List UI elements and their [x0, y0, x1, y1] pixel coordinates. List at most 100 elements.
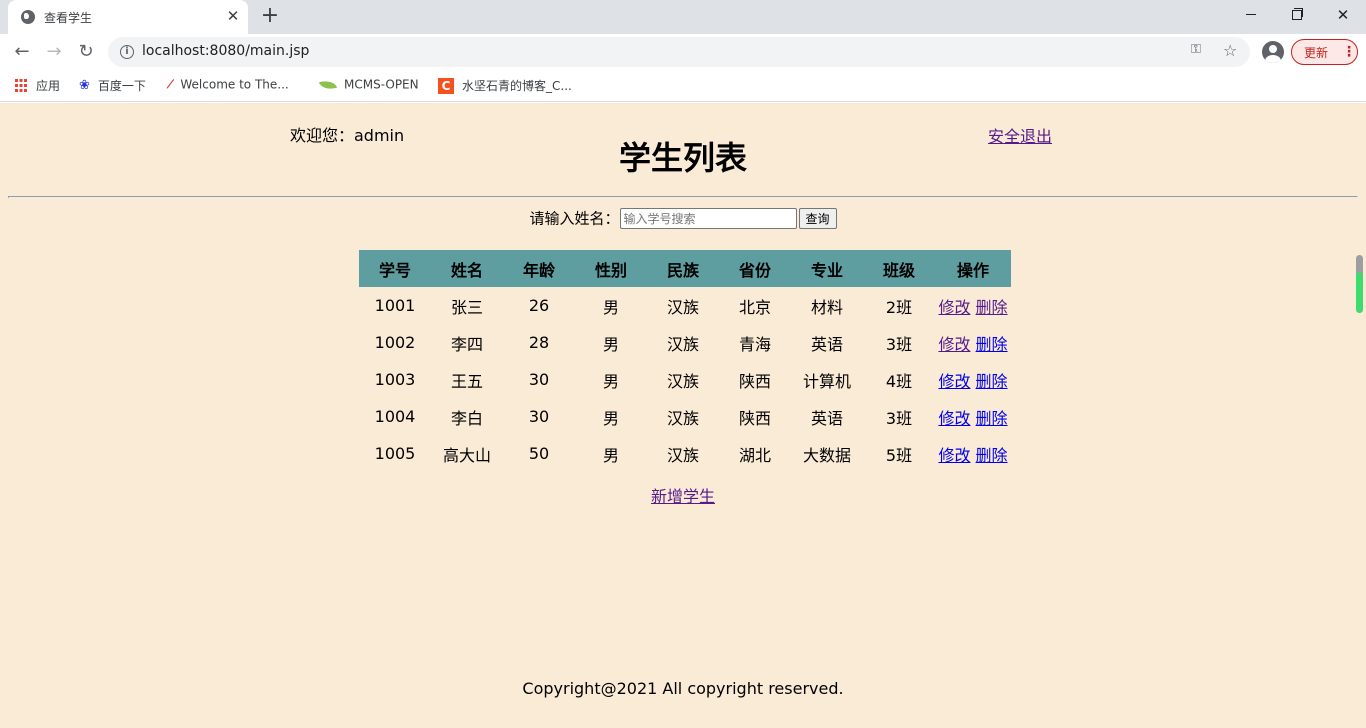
header-name: 姓名 [431, 250, 503, 287]
page-title: 学生列表 [618, 139, 747, 177]
table-row: 1001 张三 26 男 汉族 北京 材料 2班 修改 删除 [359, 287, 1011, 324]
cell-gender: 男 [602, 371, 619, 391]
add-student-link[interactable]: 新增学生 [651, 487, 715, 506]
cell-name: 高大山 [442, 445, 491, 465]
delete-link[interactable]: 删除 [976, 446, 1008, 465]
cell-name: 李白 [450, 408, 483, 428]
key-icon[interactable]: ⚿ [1191, 42, 1201, 57]
address-bar[interactable]: i localhost:8080/main.jsp ⚿ ☆ [108, 37, 1250, 67]
cell-id: 1002 [374, 333, 416, 352]
bookmark-baidu[interactable]: ❀ 百度一下 [79, 77, 146, 95]
globe-icon [21, 10, 35, 24]
cell-gender: 男 [602, 408, 619, 428]
csdn-icon: C [438, 77, 454, 94]
cell-age: 30 [528, 370, 550, 389]
cell-id: 1001 [374, 296, 416, 315]
header-province: 省份 [719, 250, 791, 287]
profile-avatar-icon[interactable] [1262, 41, 1284, 63]
bookmark-label: 水坚石青的博客_C... [462, 79, 572, 93]
edit-link[interactable]: 修改 [938, 335, 970, 354]
update-button[interactable]: 更新 ⋮ [1291, 39, 1358, 65]
bookmark-label: 百度一下 [97, 79, 146, 93]
delete-link[interactable]: 删除 [976, 335, 1008, 354]
cell-actions: 修改 删除 [935, 324, 1011, 361]
update-label: 更新 [1304, 46, 1329, 60]
tab-close-icon[interactable]: ✕ [224, 7, 242, 25]
cell-id: 1005 [374, 444, 416, 463]
window-minimize-button[interactable] [1228, 0, 1274, 30]
cell-class: 3班 [885, 408, 913, 428]
arrow-left-icon: ← [14, 41, 30, 62]
edit-link[interactable]: 修改 [938, 298, 970, 317]
header-gender: 性别 [575, 250, 647, 287]
cell-gender: 男 [602, 445, 619, 465]
delete-link[interactable]: 删除 [976, 409, 1008, 428]
search-input[interactable] [619, 208, 797, 229]
bookmark-welcome[interactable]: / Welcome to The... [165, 76, 289, 95]
cell-name: 王五 [450, 371, 483, 391]
search-button[interactable]: 查询 [798, 208, 837, 229]
cell-id: 1003 [374, 370, 416, 389]
edit-link[interactable]: 修改 [938, 446, 970, 465]
page-content: 欢迎您：admin 安全退出 学生列表 请输入姓名：查询 学号 姓名 年龄 性别… [0, 103, 1366, 728]
browser-toolbar: ← → ↻ i localhost:8080/main.jsp ⚿ ☆ 更新 ⋮ [0, 34, 1366, 70]
table-row: 1004 李白 30 男 汉族 陕西 英语 3班 修改 删除 [359, 398, 1011, 435]
search-label: 请输入姓名： [529, 209, 620, 228]
cell-id: 1004 [374, 407, 416, 426]
cell-class: 2班 [885, 297, 913, 317]
window-restore-button[interactable] [1274, 0, 1320, 30]
cell-ethnicity: 汉族 [666, 445, 699, 465]
edit-link[interactable]: 修改 [938, 409, 970, 428]
cell-gender: 男 [602, 297, 619, 317]
cell-major: 英语 [810, 408, 843, 428]
bookmark-label: 应用 [36, 79, 61, 93]
cell-class: 4班 [885, 371, 913, 391]
cell-province: 北京 [738, 297, 771, 317]
header-age: 年龄 [503, 250, 575, 287]
bookmark-csdn-blog[interactable]: C 水坚石青的博客_C... [438, 77, 572, 95]
browser-tab[interactable]: 查看学生 ✕ [8, 0, 248, 34]
more-menu-icon: ⋮ [1342, 44, 1356, 60]
table-header-row: 学号 姓名 年龄 性别 民族 省份 专业 班级 操作 [359, 250, 1011, 287]
cell-actions: 修改 删除 [935, 361, 1011, 398]
search-form: 请输入姓名： 查询 [0, 207, 1366, 230]
cell-gender: 男 [602, 334, 619, 354]
arrow-right-icon: → [46, 41, 62, 62]
header-id: 学号 [359, 250, 431, 287]
cell-province: 青海 [738, 334, 771, 354]
bookmarks-bar: 应用 ❀ 百度一下 / Welcome to The... MCMS-OPEN C水… [0, 70, 1366, 102]
window-close-button[interactable]: ✕ [1320, 0, 1366, 30]
delete-link[interactable]: 删除 [976, 298, 1008, 317]
bookmark-label: MCMS-OPEN [344, 77, 419, 92]
delete-link[interactable]: 删除 [976, 372, 1008, 391]
browser-tabstrip: 查看学生 ✕ + ✕ [0, 0, 1366, 34]
cell-major: 计算机 [802, 371, 851, 391]
cell-ethnicity: 汉族 [666, 371, 699, 391]
reload-button[interactable]: ↻ [73, 39, 99, 65]
forward-button[interactable]: → [41, 39, 67, 65]
cell-province: 湖北 [738, 445, 771, 465]
info-icon[interactable]: i [120, 45, 134, 59]
cell-class: 5班 [885, 445, 913, 465]
back-button[interactable]: ← [9, 39, 35, 65]
edit-link[interactable]: 修改 [938, 372, 970, 391]
cell-actions: 修改 删除 [935, 398, 1011, 435]
cell-major: 大数据 [802, 445, 851, 465]
header-actions: 操作 [935, 250, 1011, 287]
feather-icon: / [165, 76, 175, 93]
leaf-icon [318, 77, 338, 92]
new-tab-button[interactable]: + [258, 5, 282, 29]
cell-age: 28 [528, 333, 550, 352]
divider [8, 196, 1358, 198]
bookmark-apps[interactable]: 应用 [15, 77, 60, 95]
bookmark-mcms[interactable]: MCMS-OPEN [318, 77, 419, 95]
header-ethnicity: 民族 [647, 250, 719, 287]
cell-name: 李四 [450, 334, 483, 354]
url-text[interactable]: localhost:8080/main.jsp [142, 43, 309, 59]
cell-class: 3班 [885, 334, 913, 354]
bookmark-label: Welcome to The... [180, 77, 289, 92]
star-icon[interactable]: ☆ [1223, 41, 1237, 60]
cell-ethnicity: 汉族 [666, 297, 699, 317]
cell-actions: 修改 删除 [935, 287, 1011, 324]
scroll-indicator[interactable] [1356, 255, 1363, 313]
